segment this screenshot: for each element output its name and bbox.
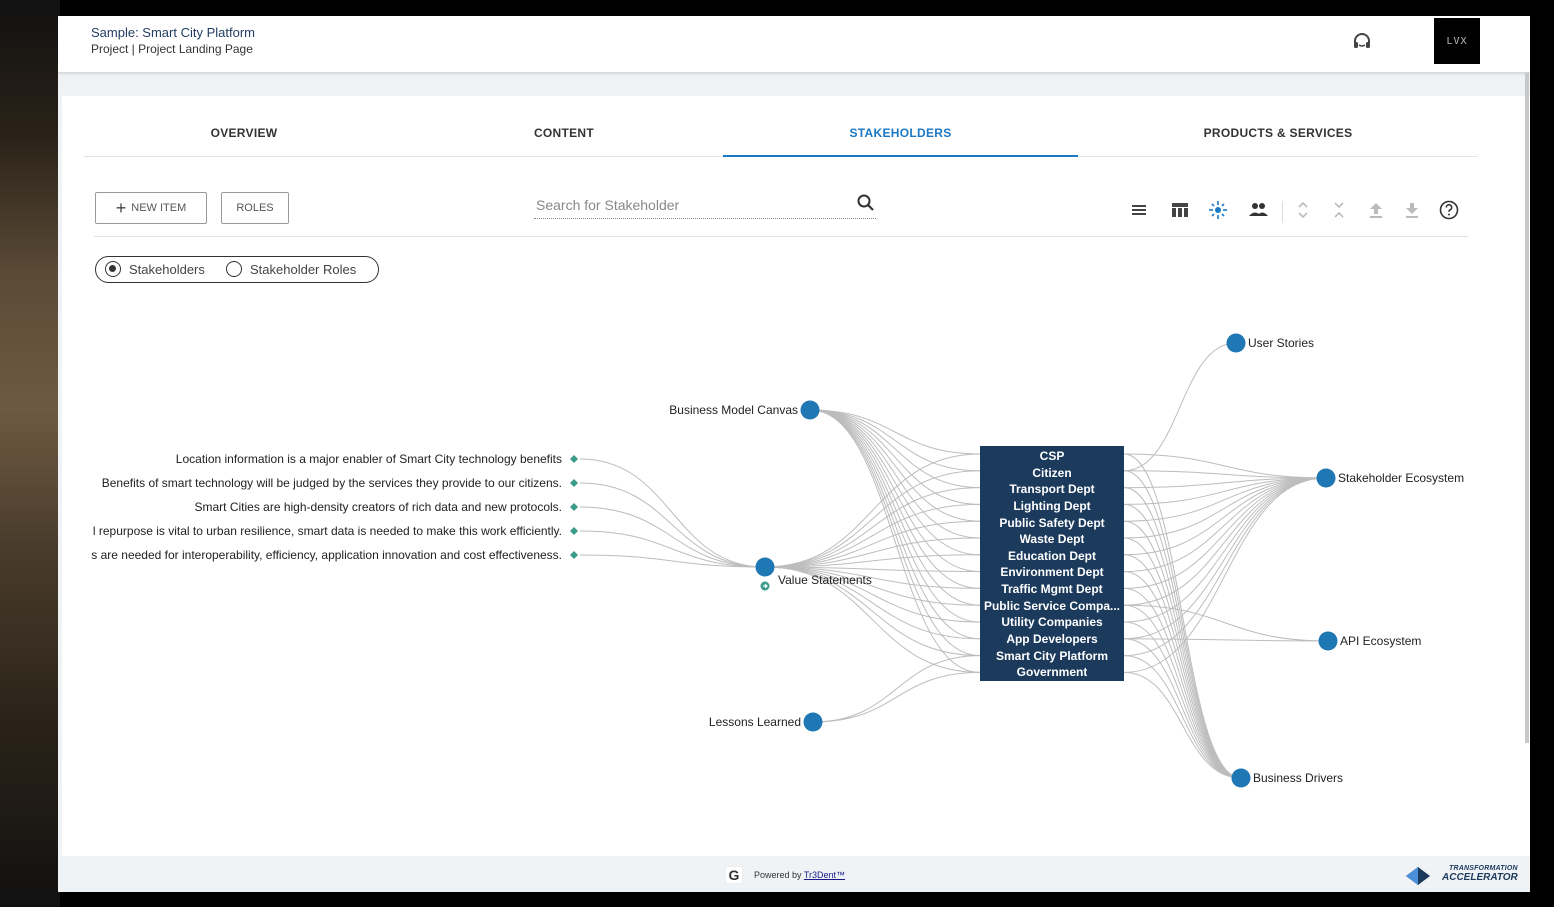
graph-node-label: Business Drivers	[1253, 771, 1343, 785]
footer-powered-label: Powered by	[754, 870, 802, 880]
ecosystem-link	[1123, 477, 1327, 657]
bmc-link	[809, 409, 981, 539]
stakeholder-item[interactable]: Environment Dept	[1000, 564, 1103, 581]
graph-node[interactable]	[800, 400, 820, 420]
bmc-link	[809, 409, 981, 489]
ta-line2: ACCELERATOR	[1442, 872, 1518, 883]
stakeholder-item[interactable]: CSP	[1040, 448, 1065, 465]
stakeholder-network-graph: Location information is a major enabler …	[91, 333, 1464, 788]
footer-powered-by: Powered by Tr3Dent™	[754, 870, 845, 880]
bmc-link	[809, 409, 981, 623]
stakeholder-item[interactable]: Transport Dept	[1009, 481, 1094, 498]
stakeholder-item[interactable]: Lighting Dept	[1013, 498, 1090, 515]
statement-link	[579, 506, 766, 568]
vertical-scrollbar[interactable]	[1525, 73, 1529, 743]
graph-node-label: Value Statements	[778, 573, 872, 587]
statement-diamond-icon[interactable]	[570, 455, 578, 463]
statement-diamond-icon[interactable]	[570, 551, 578, 559]
graph-node[interactable]	[1231, 768, 1251, 788]
stakeholder-item[interactable]: Education Dept	[1008, 548, 1096, 565]
graph-node-label: User Stories	[1248, 336, 1314, 350]
statement-label: Benefits of smart technology will be jud…	[102, 476, 562, 490]
drivers-link	[1123, 554, 1242, 779]
statement-link	[579, 458, 766, 568]
ecosystem-link	[1123, 477, 1327, 640]
statement-label: Smart Cities are high-density creators o…	[194, 500, 562, 514]
stakeholder-item[interactable]: Utility Companies	[1001, 614, 1102, 631]
ecosystem-link	[1123, 477, 1327, 556]
footer: G Powered by Tr3Dent™ TRANSFORMATION ACC…	[58, 856, 1530, 892]
drivers-link	[1123, 503, 1242, 779]
statement-link	[579, 530, 766, 568]
stakeholder-item[interactable]: Citizen	[1032, 465, 1071, 482]
user-stories-link	[1123, 342, 1237, 472]
graph-node-label: API Ecosystem	[1340, 634, 1421, 648]
graph-node-label: Lessons Learned	[709, 715, 801, 729]
value-link	[764, 503, 981, 568]
app-window: Sample: Smart City Platform Project | Pr…	[58, 16, 1530, 892]
stakeholder-item[interactable]: Public Service Compa...	[984, 598, 1120, 615]
drivers-link	[1123, 671, 1242, 779]
stakeholder-item[interactable]: Public Safety Dept	[999, 515, 1104, 532]
graph-node-label: Stakeholder Ecosystem	[1338, 471, 1464, 485]
drivers-link	[1123, 537, 1242, 779]
statement-link	[579, 482, 766, 568]
statement-label: Location information is a major enabler …	[176, 452, 562, 466]
drivers-link	[1123, 621, 1242, 779]
statement-label: l repurpose is vital to urban resilience…	[93, 524, 562, 538]
drivers-link	[1123, 571, 1242, 779]
graph-node[interactable]	[803, 712, 823, 732]
drivers-link	[1123, 520, 1242, 779]
stakeholder-item[interactable]: Government	[1017, 664, 1088, 681]
bmc-link	[809, 409, 981, 522]
graph-node[interactable]	[1318, 631, 1338, 651]
ecosystem-link	[1123, 477, 1327, 606]
bmc-link	[809, 409, 981, 573]
graph-node[interactable]	[755, 557, 775, 577]
svg-text:G: G	[729, 867, 740, 883]
drivers-link	[1123, 487, 1242, 779]
statement-diamond-icon[interactable]	[570, 527, 578, 535]
lessons-link	[812, 671, 981, 723]
desktop-background	[0, 0, 60, 907]
statement-diamond-icon[interactable]	[570, 503, 578, 511]
stakeholder-item[interactable]: Smart City Platform	[996, 648, 1108, 665]
bmc-link	[809, 409, 981, 657]
graph-node-label: Business Model Canvas	[669, 403, 798, 417]
graph-node[interactable]	[1226, 333, 1246, 353]
statement-label: s are needed for interoperability, effic…	[91, 548, 562, 562]
value-link	[764, 520, 981, 568]
stakeholder-list-box: CSP Citizen Transport Dept Lighting Dept Pub…	[980, 446, 1124, 681]
statement-diamond-icon[interactable]	[570, 479, 578, 487]
google-icon: G	[725, 866, 743, 884]
drivers-link	[1123, 453, 1242, 779]
stakeholder-item[interactable]: Traffic Mgmt Dept	[1001, 581, 1102, 598]
footer-brand-link[interactable]: Tr3Dent™	[804, 870, 845, 880]
drivers-link	[1123, 470, 1242, 779]
ecosystem-link	[1123, 477, 1327, 589]
graph-node[interactable]	[1316, 468, 1336, 488]
stakeholder-item[interactable]: App Developers	[1006, 631, 1097, 648]
stakeholder-item[interactable]: Waste Dept	[1020, 531, 1085, 548]
transformation-accelerator-logo: TRANSFORMATION ACCELERATOR	[1442, 864, 1518, 883]
transformation-accelerator-logo-icon	[1406, 867, 1430, 885]
lessons-link	[812, 655, 981, 723]
value-link	[764, 453, 981, 568]
